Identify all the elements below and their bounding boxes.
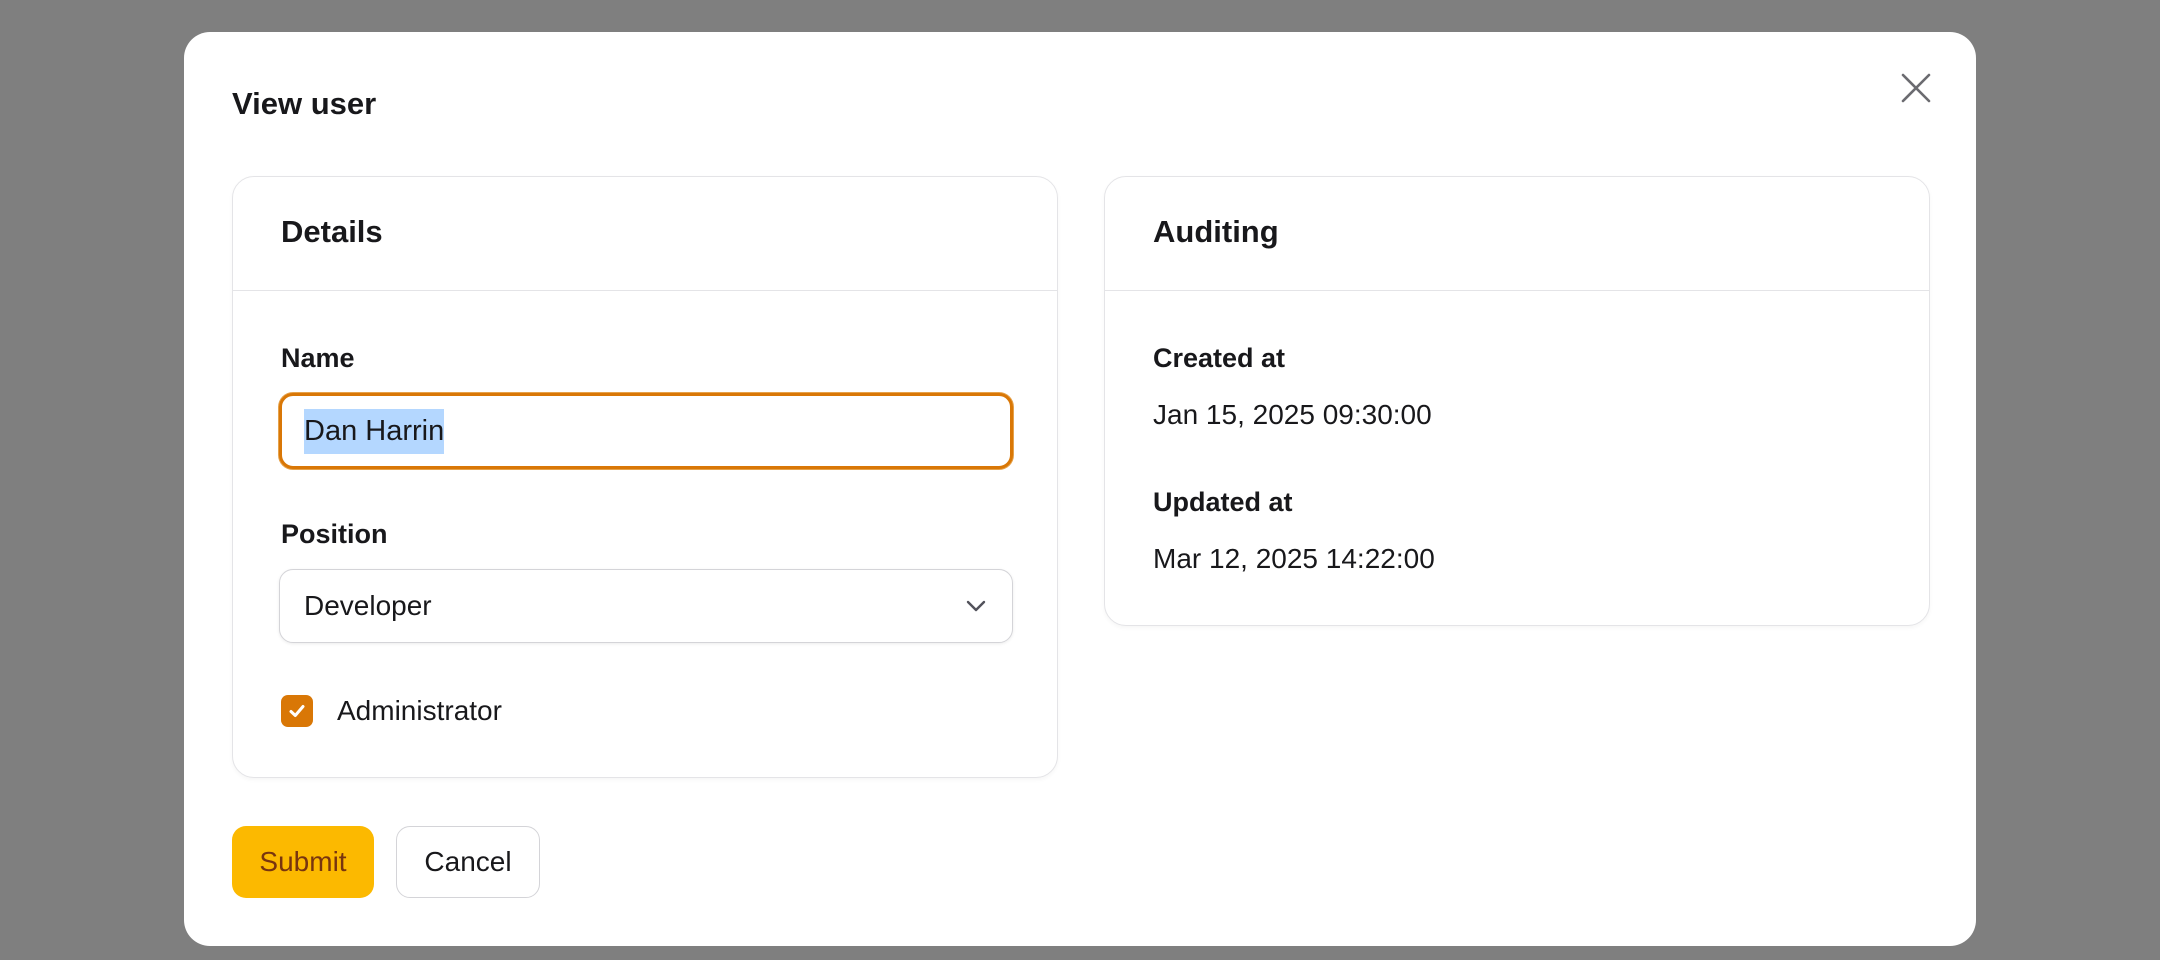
position-select[interactable]: Developer [279,569,1013,643]
name-input-value: Dan Harrin [304,408,445,454]
administrator-checkbox[interactable] [281,695,313,727]
position-select-value: Developer [304,590,432,621]
details-section: Details Name Dan Harrin Position Develop… [232,176,1058,778]
close-button[interactable] [1896,68,1936,108]
administrator-label: Administrator [337,695,502,726]
position-label: Position [281,519,388,549]
check-icon [289,705,305,717]
created-at-label: Created at [1153,343,1286,373]
created-at-value: Jan 15, 2025 09:30:00 [1153,399,1432,430]
name-input[interactable]: Dan Harrin [279,393,1013,469]
updated-at-value: Mar 12, 2025 14:22:00 [1153,543,1435,574]
chevron-down-icon [966,600,986,612]
auditing-section: Auditing Created at Jan 15, 2025 09:30:0… [1104,176,1930,626]
submit-button[interactable]: Submit [232,826,374,898]
close-icon [1901,73,1931,103]
cancel-button[interactable]: Cancel [396,826,540,898]
view-user-modal: View user Details Name Dan Harrin Positi… [184,32,1976,946]
auditing-heading: Auditing [1153,214,1279,249]
administrator-row: Administrator [281,695,502,727]
modal-title: View user [232,86,377,121]
auditing-section-header: Auditing [1105,177,1929,291]
name-label: Name [281,343,355,373]
details-section-header: Details [233,177,1057,291]
details-heading: Details [281,214,383,249]
updated-at-label: Updated at [1153,487,1293,517]
